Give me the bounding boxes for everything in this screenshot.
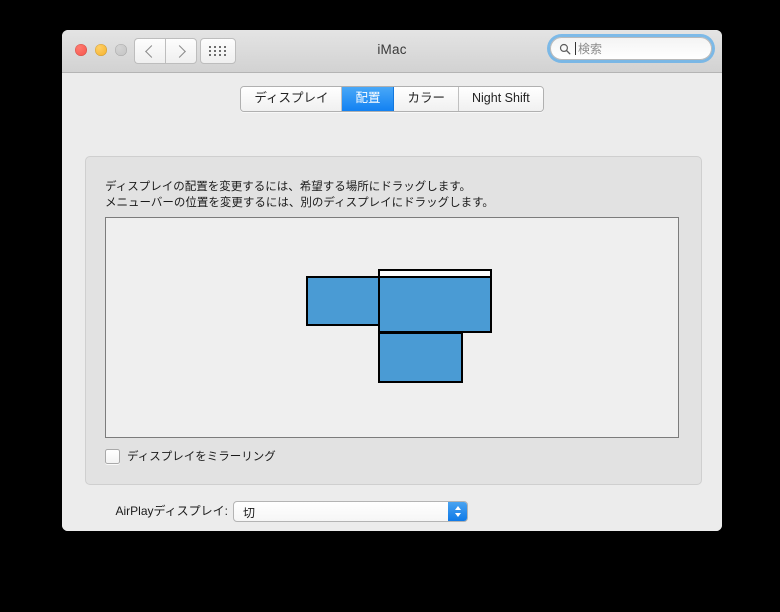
mirror-displays-checkbox[interactable] bbox=[105, 449, 120, 464]
search-icon bbox=[559, 43, 571, 55]
chevron-updown-icon[interactable] bbox=[448, 502, 467, 521]
airplay-display-label: AirPlayディスプレイ: bbox=[80, 501, 228, 522]
mirror-displays-label: ディスプレイをミラーリング bbox=[127, 448, 276, 464]
airplay-display-popup[interactable]: 切 bbox=[233, 501, 468, 522]
system-preferences-window: iMac 検索 ディスプレイ 配置 カラー Night Shift ディスプレイ… bbox=[62, 30, 722, 531]
tab-arrangement[interactable]: 配置 bbox=[342, 87, 394, 111]
mirror-displays-row[interactable]: ディスプレイをミラーリング bbox=[105, 448, 276, 464]
display-main[interactable] bbox=[378, 269, 492, 333]
airplay-selected-value: 切 bbox=[243, 504, 255, 521]
search-placeholder: 検索 bbox=[578, 40, 602, 57]
instruction-line-1: ディスプレイの配置を変更するには、希望する場所にドラッグします。 bbox=[105, 179, 494, 195]
instruction-line-2: メニューバーの位置を変更するには、別のディスプレイにドラッグします。 bbox=[105, 195, 494, 211]
search-text-cursor bbox=[575, 42, 576, 55]
display-bottom[interactable] bbox=[378, 332, 463, 383]
search-field[interactable]: 検索 bbox=[550, 37, 712, 60]
arrangement-instructions: ディスプレイの配置を変更するには、希望する場所にドラッグします。 メニューバーの… bbox=[105, 179, 494, 211]
tab-bar: ディスプレイ 配置 カラー Night Shift bbox=[62, 86, 722, 112]
menu-bar-strip[interactable] bbox=[380, 271, 490, 278]
display-left[interactable] bbox=[306, 276, 381, 326]
display-arrangement-canvas[interactable] bbox=[105, 217, 679, 438]
tab-display[interactable]: ディスプレイ bbox=[241, 87, 342, 111]
tab-color[interactable]: カラー bbox=[394, 87, 459, 111]
arrangement-panel: ディスプレイの配置を変更するには、希望する場所にドラッグします。 メニューバーの… bbox=[85, 156, 702, 485]
preference-pane-body: ディスプレイ 配置 カラー Night Shift ディスプレイの配置を変更する… bbox=[62, 73, 722, 531]
tab-night-shift[interactable]: Night Shift bbox=[459, 87, 543, 111]
window-titlebar: iMac 検索 bbox=[62, 30, 722, 73]
